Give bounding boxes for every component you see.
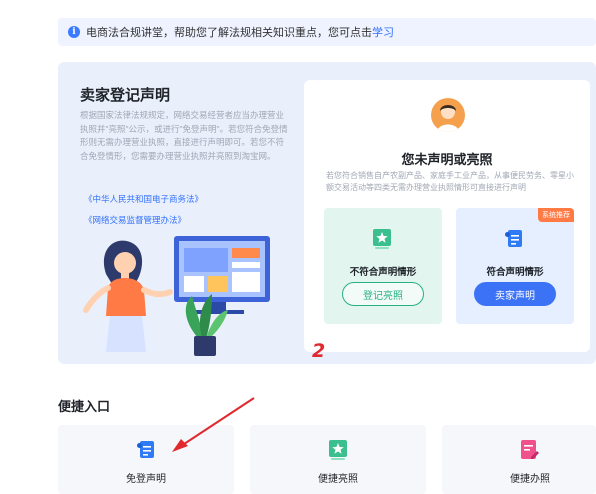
- edit-document-icon: [521, 440, 539, 459]
- quick-entry-label: 便捷办照: [510, 474, 550, 485]
- register-license-button[interactable]: 登记亮照: [342, 282, 424, 306]
- status-title: 您未声明或亮照: [401, 152, 493, 167]
- license-star-icon: [329, 440, 347, 460]
- notice-study-link[interactable]: 学习: [372, 24, 394, 40]
- woman-with-screen-illustration: [83, 236, 270, 356]
- option-not-eligible-label: 不符合声明情形: [349, 267, 417, 278]
- quick-entry-title: 便捷入口: [58, 399, 111, 414]
- quick-entry-license-apply[interactable]: 便捷办照: [442, 425, 596, 494]
- annotation-arrow: [172, 397, 255, 452]
- seller-declaration-panel: 卖家登记声明 根据国家法律法规规定，网络交易经营者应当办理营业执照并"亮照"公示…: [58, 62, 596, 364]
- option-eligible: 系统推荐 符合声明情形 卖家声明: [456, 208, 574, 324]
- option-eligible-label: 符合声明情形: [486, 267, 544, 278]
- notice-bar: i 电商法合规讲堂，帮助您了解法规相关知识重点，您可点击 学习: [58, 18, 596, 46]
- info-icon: i: [68, 26, 80, 38]
- status-description: 若您符合销售自产农副产品、家庭手工业产品，从事便民劳务、零星小额交易活动等四类无…: [326, 171, 574, 192]
- quick-entry-license-display[interactable]: 便捷亮照: [250, 425, 426, 494]
- law-link-supervision[interactable]: 《网络交易监督管理办法》: [84, 214, 186, 226]
- quick-entry-label: 便捷亮照: [318, 474, 358, 485]
- annotation-number-2: 2: [312, 340, 325, 360]
- declaration-scroll-icon: [505, 230, 522, 247]
- law-link-ecommerce[interactable]: 《中华人民共和国电子商务法》: [84, 193, 203, 205]
- panel-description: 根据国家法律法规规定，网络交易经营者应当办理营业执照并"亮照"公示，或进行"免登…: [80, 110, 288, 161]
- license-star-icon: [373, 229, 391, 249]
- avatar: [431, 98, 465, 132]
- declaration-status-card: 您未声明或亮照 若您符合销售自产农副产品、家庭手工业产品，从事便民劳务、零星小额…: [304, 80, 590, 352]
- recommended-badge: 系统推荐: [538, 208, 574, 222]
- seller-declaration-button[interactable]: 卖家声明: [474, 282, 556, 306]
- notice-text: 电商法合规讲堂，帮助您了解法规相关知识重点，您可点击: [86, 27, 372, 39]
- declaration-scroll-icon: [137, 441, 154, 458]
- option-not-eligible: 不符合声明情形 登记亮照: [324, 208, 442, 324]
- svg-text:2: 2: [312, 340, 325, 360]
- quick-entry-label: 免登声明: [126, 474, 166, 485]
- panel-title: 卖家登记声明: [80, 87, 171, 104]
